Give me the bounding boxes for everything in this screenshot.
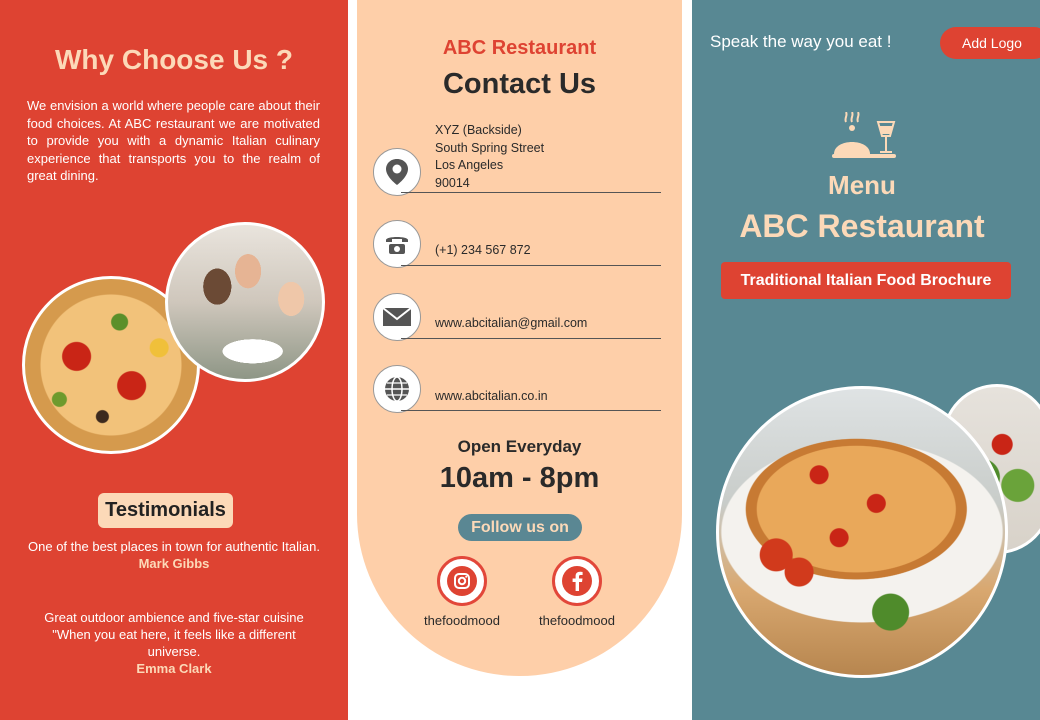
email-row: www.abcitalian@gmail.com — [373, 291, 663, 343]
website-text[interactable]: www.abcitalian.co.in — [435, 388, 548, 406]
open-everyday-label: Open Everyday — [457, 437, 582, 456]
divider — [401, 192, 661, 193]
social-instagram[interactable]: thefoodmood — [407, 556, 517, 628]
contact-us-heading: Contact Us — [442, 68, 597, 100]
website-row: www.abcitalian.co.in — [373, 363, 663, 415]
social-facebook[interactable]: thefoodmood — [522, 556, 632, 628]
testimonials-heading: Testimonials — [98, 493, 233, 528]
why-choose-us-panel: Why Choose Us ? We envision a world wher… — [0, 0, 348, 720]
cover-panel: Speak the way you eat ! Add Logo Menu AB… — [692, 0, 1040, 720]
address-row: XYZ (Backside) South Spring Street Los A… — [373, 120, 663, 196]
why-choose-us-text: We envision a world where people care ab… — [27, 98, 320, 183]
instagram-icon[interactable] — [437, 556, 487, 606]
testimonial-quote: Great outdoor ambience and five-star cui… — [44, 610, 304, 659]
email-text[interactable]: www.abcitalian@gmail.com — [435, 315, 587, 333]
testimonial: Great outdoor ambience and five-star cui… — [28, 609, 320, 677]
why-choose-us-heading: Why Choose Us ? — [54, 44, 293, 75]
location-pin-icon — [373, 148, 421, 196]
testimonial-author: Mark Gibbs — [138, 556, 210, 571]
address-line: South Spring Street — [435, 140, 545, 155]
restaurant-name: ABC Restaurant — [442, 37, 597, 59]
phone-text[interactable]: (+1) 234 567 872 — [435, 242, 531, 260]
testimonial: One of the best places in town for authe… — [28, 538, 320, 572]
cover-restaurant-name: ABC Restaurant — [739, 208, 985, 244]
contact-panel: ABC Restaurant Contact Us XYZ (Backside)… — [357, 0, 682, 676]
add-logo-button[interactable]: Add Logo — [940, 27, 1040, 59]
globe-icon — [373, 365, 421, 413]
address-line: 90014 — [435, 175, 470, 190]
divider — [401, 265, 661, 266]
women-cooking-photo — [165, 222, 325, 382]
testimonial-quote: One of the best places in town for authe… — [28, 539, 320, 554]
divider — [401, 338, 661, 339]
slogan: Speak the way you eat ! — [710, 32, 892, 51]
facebook-handle[interactable]: thefoodmood — [522, 613, 632, 628]
address-line: Los Angeles — [435, 158, 504, 172]
telephone-icon — [373, 220, 421, 268]
phone-row: (+1) 234 567 872 — [373, 218, 663, 270]
address-line: XYZ (Backside) — [435, 123, 522, 137]
facebook-icon[interactable] — [552, 556, 602, 606]
divider — [401, 410, 661, 411]
opening-hours: 10am - 8pm — [439, 462, 600, 494]
brochure-tagline: Traditional Italian Food Brochure — [721, 262, 1011, 299]
menu-heading: Menu — [828, 170, 896, 200]
instagram-handle[interactable]: thefoodmood — [407, 613, 517, 628]
follow-us-label: Follow us on — [458, 514, 582, 541]
envelope-icon — [373, 293, 421, 341]
cloche-icon — [832, 111, 902, 167]
address-text: XYZ (Backside) South Spring Street Los A… — [435, 122, 544, 192]
testimonial-author: Emma Clark — [136, 661, 212, 676]
pizza-photo — [716, 386, 1008, 678]
